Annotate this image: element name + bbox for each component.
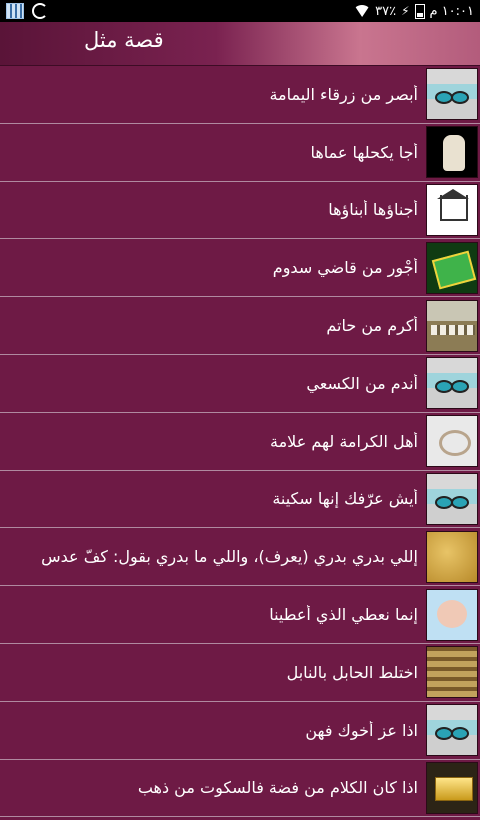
thumbnail-image	[426, 357, 478, 410]
list-item-label: أجا يكحلها عماها	[310, 142, 418, 162]
thumbnail-image	[426, 126, 478, 179]
list-item-label: اذا كان الكلام من فضة فالسكوت من ذهب	[137, 778, 418, 798]
list-item-label: إنما نعطي الذي أعطينا	[269, 605, 418, 625]
list-item[interactable]: أيش عرّفك إنها سكينة	[0, 470, 480, 529]
list-item-label: أجناؤها أبناؤها	[328, 200, 418, 220]
list-item[interactable]: إللي بدري بدري (يعرف)، واللي ما بدري بقو…	[0, 528, 480, 587]
list-item[interactable]: إنما نعطي الذي أعطينا	[0, 586, 480, 644]
list-item[interactable]: أجْور من قاضي سدوم	[0, 239, 480, 298]
thumbnail-image	[426, 472, 478, 525]
list-item-label: أندم من الكسعي	[306, 373, 418, 393]
list-item-label: اذا عز أخوك فهن	[305, 720, 418, 740]
page-title: قصة مثل	[84, 28, 164, 52]
list-item[interactable]: أبصر من زرقاء اليمامة	[0, 66, 480, 124]
thumbnail-image	[426, 646, 478, 699]
thumbnail-image	[426, 704, 478, 757]
list-item[interactable]: اختلط الحابل بالنابل	[0, 643, 480, 702]
thumbnail-image	[426, 415, 478, 468]
list-item[interactable]: اذا عز أخوك فهن	[0, 701, 480, 760]
list-item-label: إللي بدري بدري (يعرف)، واللي ما بدري بقو…	[41, 547, 418, 567]
list-item[interactable]: أجا يكحلها عماها	[0, 123, 480, 182]
thumbnail-image	[426, 761, 478, 814]
thumbnail-image	[426, 241, 478, 294]
thumbnail-image	[426, 299, 478, 352]
list-item[interactable]: أجناؤها أبناؤها	[0, 181, 480, 240]
list-item-label: أجْور من قاضي سدوم	[272, 258, 418, 278]
proverb-list: أبصر من زرقاء اليمامة أجا يكحلها عماها أجن…	[0, 66, 480, 818]
battery-percent: ٣٧٪	[375, 3, 397, 19]
status-time: ١٠:٠١ م	[429, 3, 475, 19]
list-item[interactable]: اذا كان الكلام من فضة فالسكوت من ذهب	[0, 759, 480, 818]
battery-icon	[414, 3, 425, 19]
thumbnail-image	[426, 183, 478, 236]
sync-icon	[32, 3, 48, 19]
list-item-label: أبصر من زرقاء اليمامة	[269, 84, 418, 104]
list-item-label: اختلط الحابل بالنابل	[286, 662, 418, 682]
list-item-label: أهل الكرامة لهم علامة	[270, 431, 418, 451]
wifi-icon	[354, 5, 371, 17]
thumbnail-image	[426, 68, 478, 121]
thumbnail-image	[426, 530, 478, 583]
status-bar-left	[6, 3, 48, 19]
list-item-label: أيش عرّفك إنها سكينة	[272, 489, 418, 509]
list-item[interactable]: أندم من الكسعي	[0, 354, 480, 413]
action-bar: قصة مثل	[0, 22, 480, 66]
list-item[interactable]: أكرم من حاتم	[0, 297, 480, 355]
qr-icon	[6, 3, 24, 19]
thumbnail-image	[426, 588, 478, 641]
status-bar-right: ٣٧٪ ⚡ ١٠:٠١ م	[354, 3, 475, 19]
status-bar: ٣٧٪ ⚡ ١٠:٠١ م	[0, 0, 480, 22]
charging-bolt-icon: ⚡	[401, 4, 410, 18]
list-item[interactable]: أهل الكرامة لهم علامة	[0, 412, 480, 471]
list-item-label: أكرم من حاتم	[326, 316, 418, 336]
